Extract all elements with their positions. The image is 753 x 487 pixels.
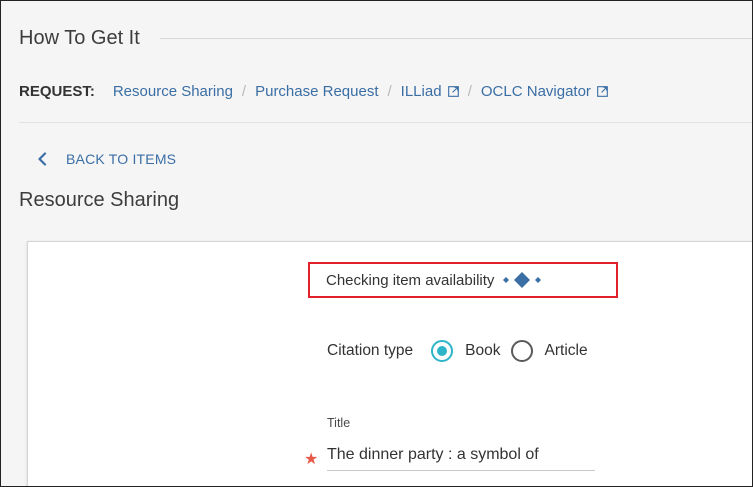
frame: How To Get It REQUEST: Resource Sharing … (0, 0, 753, 487)
external-link-icon (597, 86, 608, 97)
oclc-navigator-link[interactable]: OCLC Navigator (481, 83, 608, 100)
external-link-icon (447, 86, 459, 97)
form-title: Resource Sharing (19, 189, 180, 211)
request-options: REQUEST: Resource Sharing / Purchase Req… (19, 83, 608, 100)
citation-type-group: Citation type Book Article (327, 340, 588, 362)
request-label: REQUEST: (19, 83, 95, 100)
citation-type-label: Citation type (327, 342, 414, 359)
book-radio-label[interactable]: Book (465, 342, 500, 360)
title-input[interactable]: The dinner party : a symbol of (327, 440, 595, 471)
book-radio[interactable] (431, 340, 454, 362)
back-to-items-button[interactable]: BACK TO ITEMS (37, 151, 176, 167)
purchase-request-link[interactable]: Purchase Request (255, 83, 378, 100)
oclc-navigator-link-label: OCLC Navigator (480, 83, 591, 100)
section-divider (159, 38, 752, 39)
resource-sharing-link[interactable]: Resource Sharing (113, 83, 233, 100)
request-form-card: Checking item availability Citation type… (27, 241, 752, 486)
article-radio-label[interactable]: Article (545, 342, 588, 360)
article-radio[interactable] (510, 340, 533, 362)
availability-status: Checking item availability (308, 262, 618, 298)
required-icon: ★ (304, 451, 319, 468)
back-to-items-label: BACK TO ITEMS (66, 151, 177, 167)
separator: / (241, 83, 247, 100)
illiad-link-label: ILLiad (400, 83, 442, 100)
section-title: How To Get It (19, 27, 140, 49)
request-divider (19, 122, 752, 123)
separator: / (387, 83, 392, 100)
illiad-link[interactable]: ILLiad (401, 83, 459, 100)
loading-diamonds-icon (500, 269, 550, 291)
chevron-left-icon (38, 152, 47, 166)
separator: / (467, 83, 472, 100)
availability-text: Checking item availability (326, 271, 495, 289)
title-field-label: Title (327, 416, 351, 430)
section-header: How To Get It (19, 27, 752, 50)
